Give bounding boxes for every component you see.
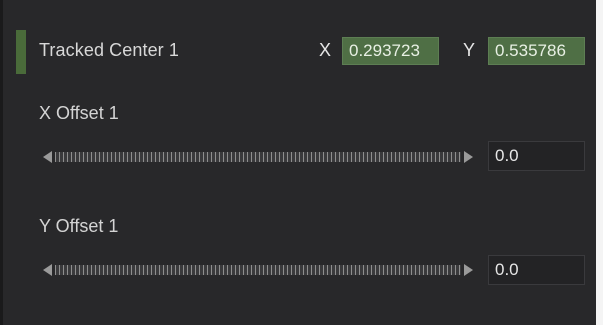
y-coordinate-label: Y — [463, 40, 476, 60]
slider-left-arrow-icon[interactable] — [43, 264, 52, 276]
x-coordinate-label: X — [319, 40, 332, 60]
x-offset-slider[interactable] — [43, 150, 473, 164]
tracked-center-x-field[interactable]: 0.293723 — [342, 37, 439, 65]
x-offset-label: X Offset 1 — [39, 103, 119, 123]
slider-right-arrow-icon[interactable] — [464, 151, 473, 163]
active-control-indicator — [16, 30, 26, 74]
slider-left-arrow-icon[interactable] — [43, 151, 52, 163]
y-offset-label: Y Offset 1 — [39, 216, 119, 236]
x-offset-slider-track[interactable] — [55, 152, 461, 162]
slider-right-arrow-icon[interactable] — [464, 264, 473, 276]
tracked-center-y-field[interactable]: 0.535786 — [488, 37, 585, 65]
y-offset-slider-track[interactable] — [55, 265, 461, 275]
x-offset-value-field[interactable]: 0.0 — [488, 141, 585, 171]
inspector-panel: Tracked Center 1 X 0.293723 Y 0.535786 X… — [0, 0, 596, 325]
tracked-center-label: Tracked Center 1 — [39, 40, 179, 60]
y-offset-value-field[interactable]: 0.0 — [488, 255, 585, 285]
y-offset-slider[interactable] — [43, 263, 473, 277]
